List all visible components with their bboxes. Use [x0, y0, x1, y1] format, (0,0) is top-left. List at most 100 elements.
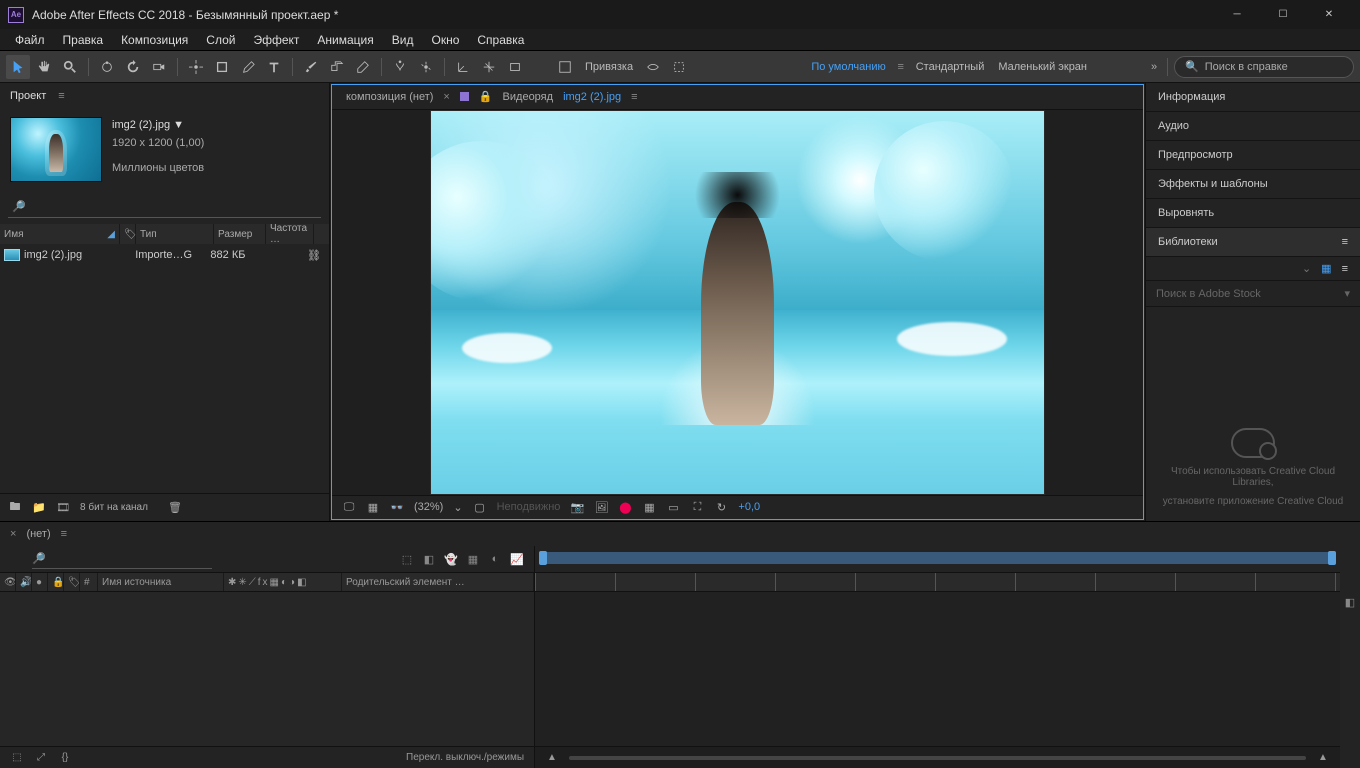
grid-view-icon[interactable]: ▦ — [1321, 262, 1331, 275]
lock-icon[interactable]: 🔒 — [479, 90, 493, 103]
source-name-col[interactable]: Имя источника — [98, 573, 224, 591]
timecode-icon[interactable] — [10, 552, 24, 566]
menu-composition[interactable]: Композиция — [112, 31, 197, 49]
puppet-tool[interactable] — [414, 55, 438, 79]
3d-view-icon[interactable]: 👓 — [390, 500, 404, 514]
reset-exposure-icon[interactable]: ↻ — [714, 500, 728, 514]
timeline-tab[interactable]: (нет) — [26, 528, 50, 540]
project-tab[interactable]: Проект — [10, 90, 46, 102]
marker-bin-icon[interactable]: ◧ — [1345, 596, 1355, 609]
overflow-icon[interactable]: » — [1147, 60, 1161, 74]
snap-checkbox[interactable] — [553, 55, 577, 79]
world-axis-icon[interactable] — [477, 55, 501, 79]
zoom-in-icon[interactable]: ▲ — [1316, 751, 1330, 765]
camera-tool[interactable] — [147, 55, 171, 79]
timeline-search[interactable]: 🔎 — [32, 549, 212, 569]
dropdown-icon[interactable]: ▾ — [1344, 287, 1350, 300]
hand-tool[interactable] — [32, 55, 56, 79]
panel-audio[interactable]: Аудио — [1146, 112, 1360, 141]
panel-menu-icon[interactable]: ≡ — [61, 528, 67, 540]
pen-tool[interactable] — [236, 55, 260, 79]
brackets-icon[interactable]: {} — [58, 751, 72, 765]
hamburger-icon[interactable]: ≡ — [894, 60, 908, 74]
minimize-button[interactable]: ─ — [1214, 0, 1260, 29]
time-ruler[interactable] — [535, 572, 1340, 592]
workspace-default[interactable]: По умолчанию — [805, 61, 891, 73]
viewer-file-tab[interactable]: img2 (2).jpg — [563, 91, 621, 103]
panel-align[interactable]: Выровнять — [1146, 199, 1360, 228]
flowchart-icon[interactable]: ⛓ — [303, 249, 329, 262]
mask-icon[interactable]: ▭ — [666, 500, 680, 514]
menu-view[interactable]: Вид — [383, 31, 423, 49]
draft3d-icon[interactable]: ◧ — [422, 552, 436, 566]
dropdown-icon[interactable]: ⌄ — [1302, 262, 1311, 275]
orbit-tool[interactable] — [95, 55, 119, 79]
trash-icon[interactable]: 🗑 — [168, 501, 182, 515]
rotation-tool[interactable] — [121, 55, 145, 79]
eraser-tool[interactable] — [351, 55, 375, 79]
menu-effect[interactable]: Эффект — [244, 31, 308, 49]
motion-blur-icon[interactable]: ◐ — [488, 552, 502, 566]
expand-icon[interactable]: ⤢ — [34, 751, 48, 765]
maximize-button[interactable]: ☐ — [1260, 0, 1306, 29]
view-axis-icon[interactable] — [503, 55, 527, 79]
video-col-icon[interactable]: 👁 — [0, 573, 16, 591]
list-view-icon[interactable]: ≡ — [1342, 263, 1348, 275]
toggle-switches-icon[interactable]: ⬚ — [10, 751, 24, 765]
exposure-value[interactable]: +0,0 — [738, 501, 760, 513]
menu-help[interactable]: Справка — [468, 31, 533, 49]
panel-menu-icon[interactable]: ≡ — [1342, 236, 1348, 248]
zoom-slider[interactable] — [569, 756, 1306, 760]
clone-tool[interactable] — [325, 55, 349, 79]
menu-edit[interactable]: Правка — [54, 31, 113, 49]
zoom-dropdown[interactable]: (32%) — [414, 501, 443, 513]
anchor-tool[interactable] — [184, 55, 208, 79]
label-col-icon[interactable]: 🏷 — [64, 573, 80, 591]
graph-editor-icon[interactable]: 📈 — [510, 552, 524, 566]
comp-none-tab[interactable]: композиция (нет) — [346, 91, 433, 103]
footage-thumbnail[interactable] — [10, 117, 102, 182]
menu-file[interactable]: Файл — [6, 31, 54, 49]
shape-tool[interactable] — [210, 55, 234, 79]
menu-animation[interactable]: Анимация — [308, 31, 382, 49]
new-folder-icon[interactable]: 📁 — [32, 501, 46, 515]
toggle-alpha-icon[interactable]: ▦ — [366, 500, 380, 514]
menu-layer[interactable]: Слой — [197, 31, 244, 49]
frame-blend-icon[interactable]: ▦ — [466, 552, 480, 566]
roto-tool[interactable] — [388, 55, 412, 79]
always-preview-icon[interactable]: 🖵 — [342, 500, 356, 514]
project-row[interactable]: img2 (2).jpg Importe…G 882 КБ ⛓ — [0, 244, 329, 266]
zoom-out-icon[interactable]: ▲ — [545, 751, 559, 765]
region-icon[interactable]: ⛶ — [690, 500, 704, 514]
toggle-modes-button[interactable]: Перекл. выключ./режимы — [406, 752, 524, 763]
lock-col-icon[interactable]: 🔒 — [48, 573, 64, 591]
channel-icon[interactable]: ⬤ — [618, 500, 632, 514]
menu-window[interactable]: Окно — [422, 31, 468, 49]
workspace-standard[interactable]: Стандартный — [910, 61, 991, 73]
help-search[interactable]: 🔍 Поиск в справке — [1174, 56, 1354, 78]
dropdown-icon[interactable]: ⌄ — [453, 501, 462, 514]
workspace-small[interactable]: Маленький экран — [992, 61, 1093, 73]
text-tool[interactable] — [262, 55, 286, 79]
transparent-grid-icon[interactable]: ▦ — [642, 500, 656, 514]
close-tab-icon[interactable]: × — [443, 91, 449, 103]
panel-preview[interactable]: Предпросмотр — [1146, 141, 1360, 170]
shy-icon[interactable]: 👻 — [444, 552, 458, 566]
viewer-canvas[interactable] — [332, 110, 1143, 495]
snapshot-icon[interactable]: 📷 — [570, 500, 584, 514]
toggle-grid-icon[interactable]: ▢ — [473, 500, 487, 514]
brush-tool[interactable] — [299, 55, 323, 79]
selection-tool[interactable] — [6, 55, 30, 79]
comp-mini-flowchart-icon[interactable]: ⬚ — [400, 552, 414, 566]
zoom-tool[interactable] — [58, 55, 82, 79]
timeline-canvas[interactable] — [535, 592, 1340, 746]
time-navigator[interactable] — [535, 546, 1340, 572]
label-icon[interactable]: 🏷 — [120, 224, 136, 244]
parent-col[interactable]: Родительский элемент … — [342, 573, 534, 591]
panel-effects[interactable]: Эффекты и шаблоны — [1146, 170, 1360, 199]
show-snapshot-icon[interactable]: 🖼 — [594, 500, 608, 514]
bpc-button[interactable]: 8 бит на канал — [80, 502, 148, 513]
close-tab-icon[interactable]: × — [10, 528, 16, 540]
local-axis-icon[interactable] — [451, 55, 475, 79]
panel-menu-icon[interactable]: ≡ — [631, 91, 637, 103]
